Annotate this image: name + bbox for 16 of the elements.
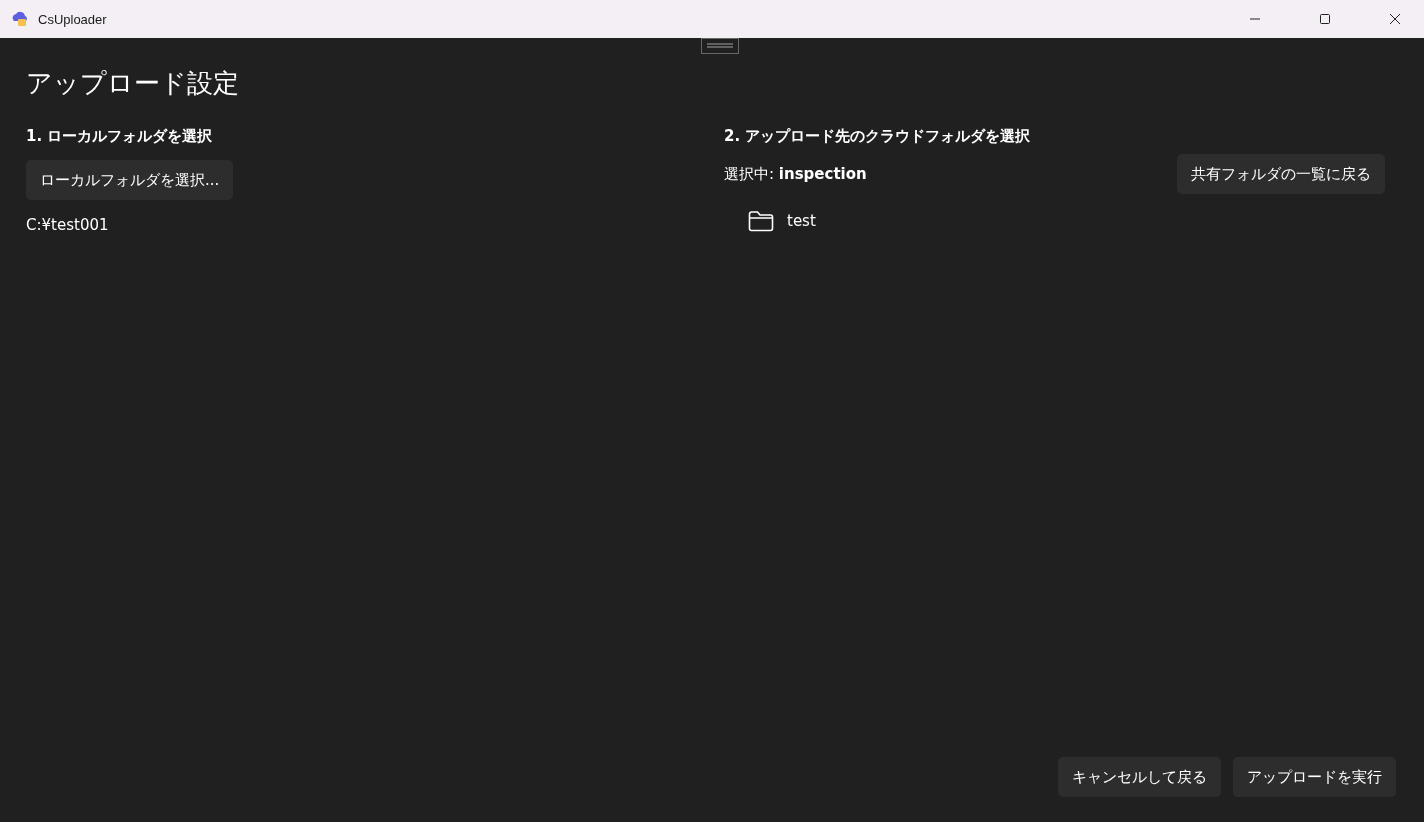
page-title: アップロード設定 (26, 67, 239, 100)
folder-path: C:¥test001 (26, 216, 109, 234)
select-folder-button[interactable]: ローカルフォルダを選択... (26, 160, 234, 200)
folder-item[interactable]: test (787, 212, 816, 230)
footer-button[interactable]: キャンセルして戻る (1058, 757, 1221, 797)
footer-button[interactable]: アップロードを実行 (1233, 757, 1396, 797)
maximize-icon[interactable] (1319, 13, 1331, 25)
section-heading: 1. ローカルフォルダを選択 (26, 127, 213, 146)
section-heading: 2. アップロード先のクラウドフォルダを選択 (724, 127, 1031, 146)
close-icon[interactable] (1389, 13, 1401, 25)
folder-icon (748, 210, 774, 232)
cloud-folder-icon (10, 9, 30, 29)
back-button[interactable]: 共有フォルダの一覧に戻る (1177, 154, 1385, 194)
selected-folder-label: 選択中: inspection (724, 164, 867, 184)
window-title: CsUploader (38, 11, 107, 27)
drag-handle-icon[interactable] (701, 38, 739, 54)
